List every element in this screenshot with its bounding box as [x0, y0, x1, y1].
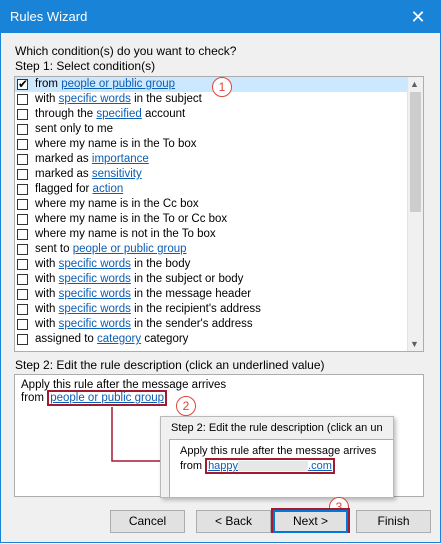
inset-address-link[interactable]: happy .com [205, 458, 335, 474]
rules-wizard-window: Rules Wizard ✕ Which condition(s) do you… [0, 0, 441, 543]
cancel-button[interactable]: Cancel [110, 510, 185, 533]
inset-from-text: from [180, 460, 206, 472]
back-button[interactable]: < Back [196, 510, 271, 533]
inset-step2-label: Step 2: Edit the rule description (click… [171, 422, 383, 434]
next-button[interactable]: Next > [273, 510, 348, 533]
inset-description-box: Apply this rule after the message arrive… [169, 439, 393, 497]
finish-button[interactable]: Finish [356, 510, 431, 533]
step-badge-1: 1 [212, 77, 232, 97]
blurred-address [238, 461, 309, 472]
zoomed-inset: Step 2: Edit the rule description (click… [160, 416, 394, 498]
inset-from-line: from happy .com [180, 458, 335, 474]
inset-description-line: Apply this rule after the message arrive… [180, 445, 377, 457]
step-badge-2: 2 [176, 396, 196, 416]
